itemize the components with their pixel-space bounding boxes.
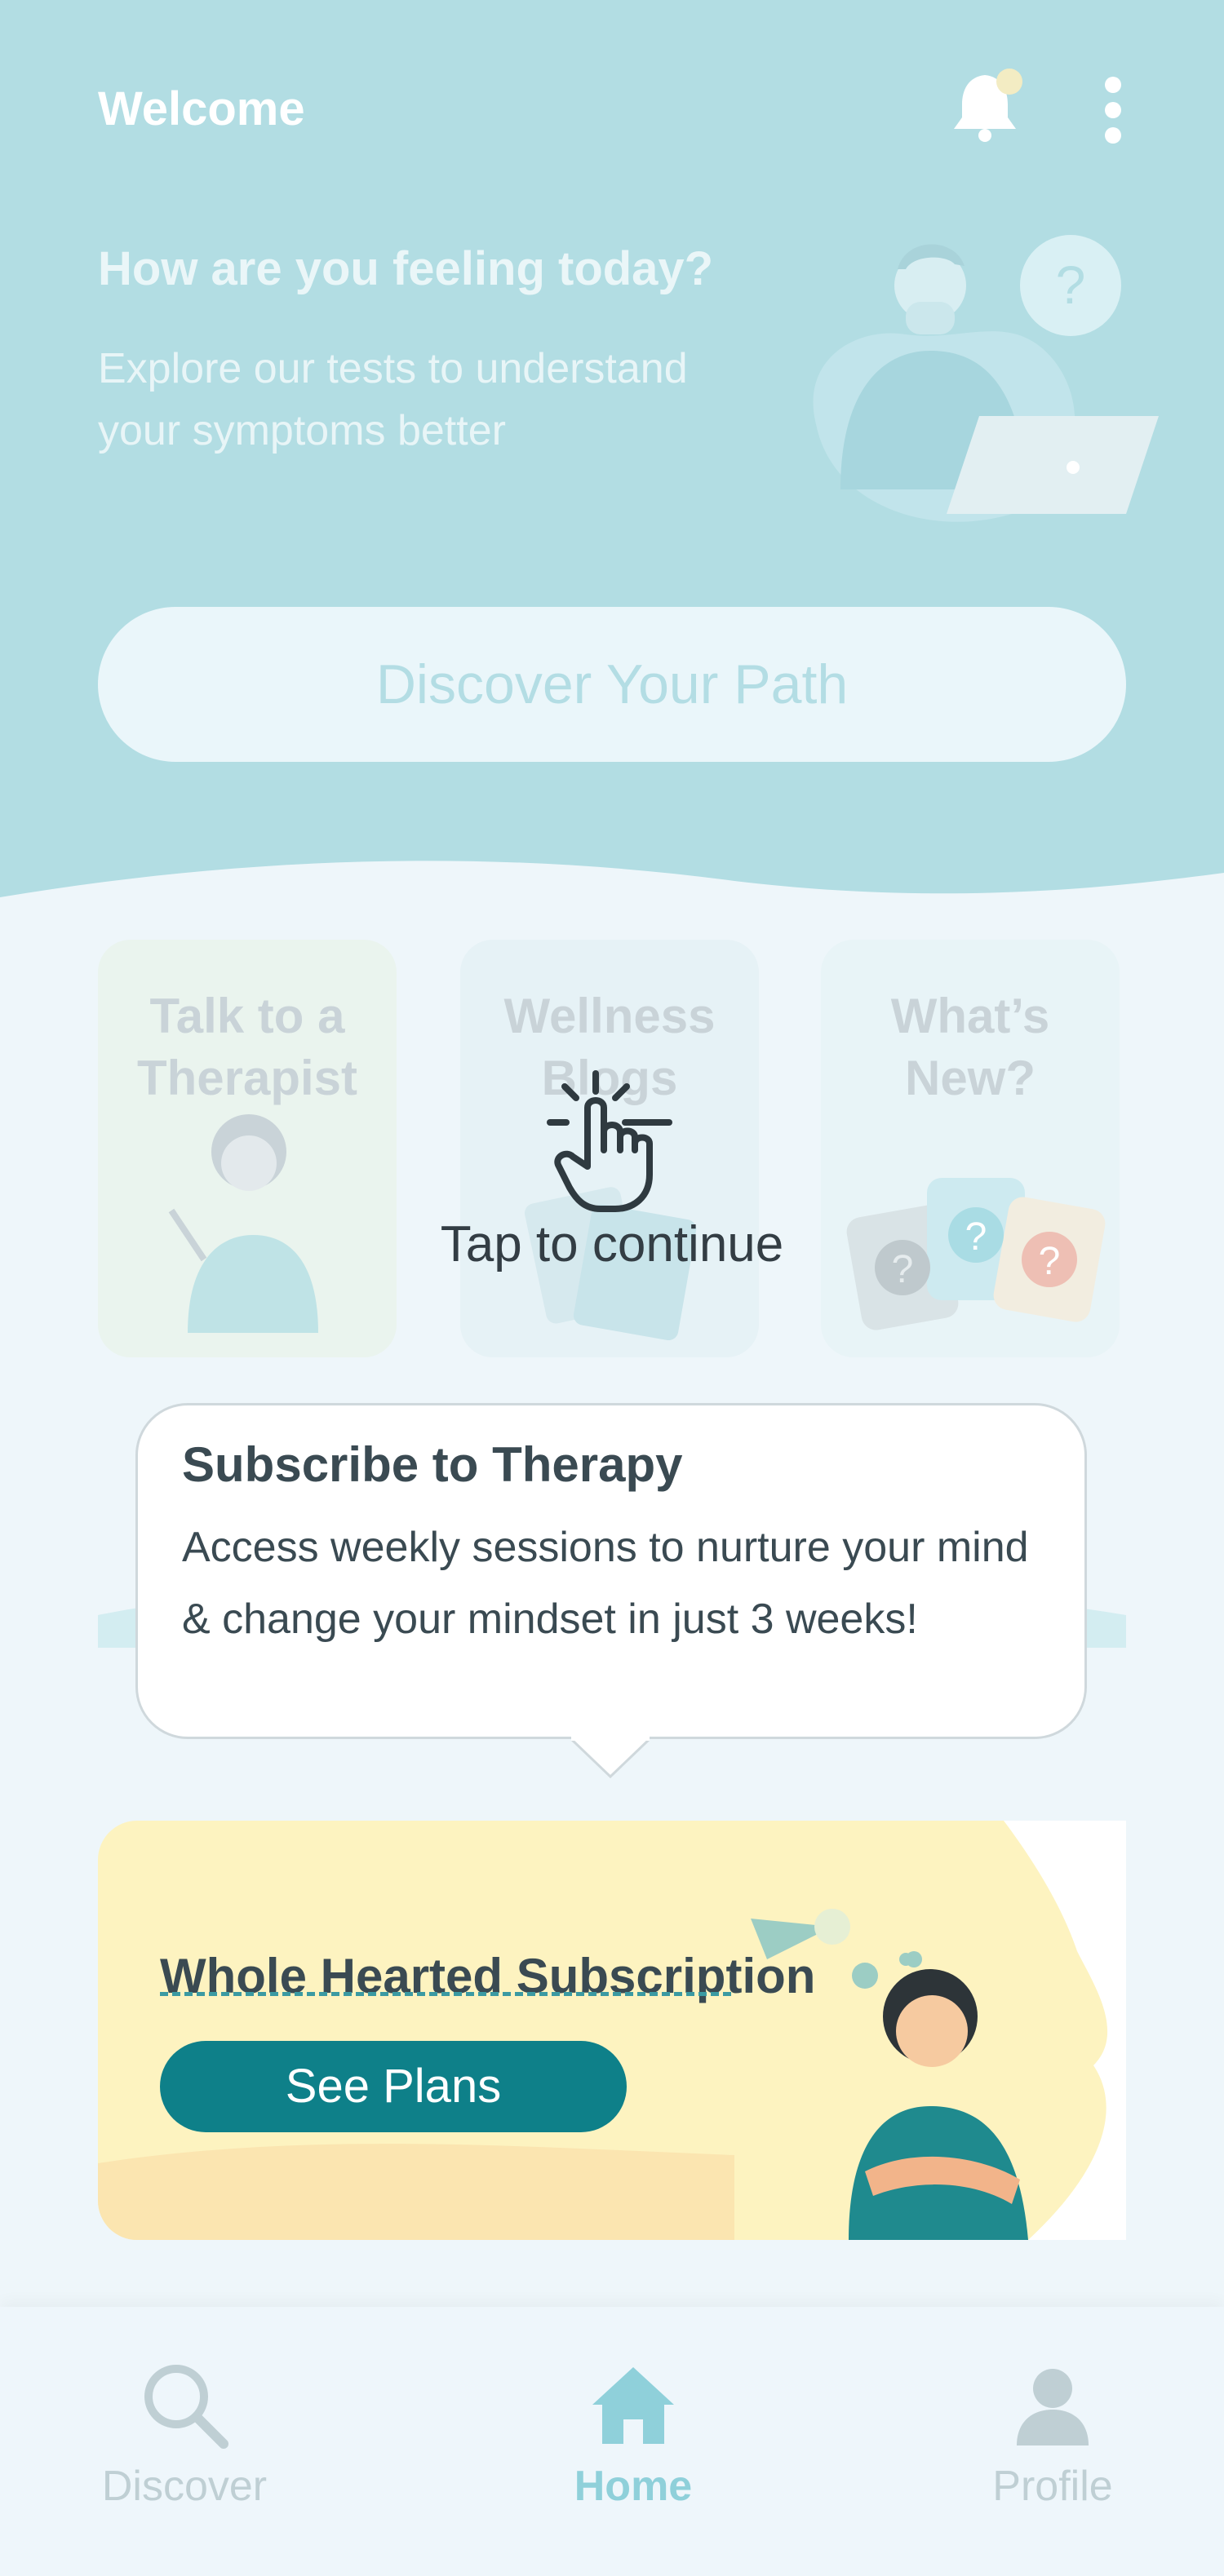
tap-hand-icon [547,1070,672,1212]
tooltip-title: Subscribe to Therapy [182,1437,683,1492]
search-icon [144,2365,228,2449]
header-subtitle: Explore our tests to understand your sym… [98,345,688,454]
page-title: Welcome [98,82,305,135]
question-glyph: ? [892,1248,914,1291]
question-glyph: ? [1039,1240,1061,1283]
subscribe-tooltip: Subscribe to Therapy Access weekly sessi… [135,1403,1087,1739]
tap-to-continue-label[interactable]: Tap to continue [424,1215,800,1273]
nav-label-discover: Discover [101,2463,268,2510]
header-wave [0,861,1224,930]
nav-item-profile[interactable]: Profile [930,2307,1175,2576]
self-hug-illustration [849,1821,1126,2240]
nav-label-home: Home [574,2463,693,2510]
therapist-illustration-icon [168,1114,318,1333]
notification-bell-icon[interactable] [949,67,1027,148]
question-cards-illustration-icon: ? ? ? [846,1178,1106,1330]
nav-item-discover[interactable]: Discover [62,2307,307,2576]
person-laptop-illustration: ? [813,235,1159,522]
discover-path-button[interactable]: Discover Your Path [98,607,1126,762]
see-plans-button[interactable]: See Plans [160,2041,627,2132]
whats-new-card[interactable]: What’s New? ? ? ? [821,940,1120,1357]
home-icon [592,2367,674,2444]
question-glyph: ? [965,1215,987,1259]
tooltip-body: Access weekly sessions to nurture your m… [182,1524,1029,1643]
question-badge: ? [1056,255,1086,315]
nav-label-profile: Profile [992,2463,1113,2510]
tooltip-pointer [571,1734,650,1779]
profile-icon [1017,2369,1089,2445]
more-options-icon[interactable] [1095,73,1131,147]
promo-title-underline [160,1992,731,1996]
talk-to-therapist-card[interactable]: Talk to a Therapist [98,940,397,1357]
nav-item-home[interactable]: Home [511,2307,756,2576]
feeling-question: How are you feeling today? [98,242,714,295]
bottom-navigation: Discover Home Profile [0,2307,1224,2576]
